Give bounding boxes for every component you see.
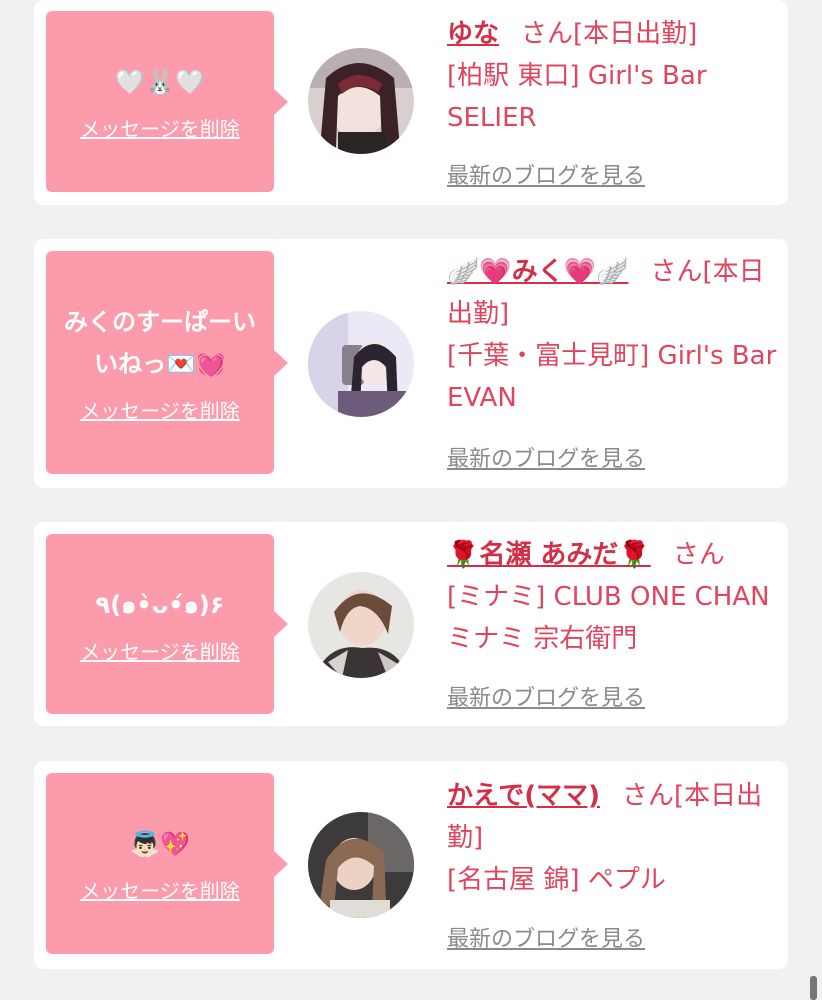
- cast-info: 🪽💗みく💗🪽 さん[本日出勤] [千葉・富士見町] Girl's Bar EVAN: [447, 251, 777, 419]
- message-list: 🤍🐰🤍 メッセージを削除 ゆな さん[本日出勤] [柏駅 東口] Girl's B…: [0, 0, 822, 1000]
- message-card: みくのすーぱーい いねっ💌💓 メッセージを削除 🪽💗みく💗🪽 さん[本日出勤] […: [34, 239, 788, 488]
- cast-name-link[interactable]: 🌹名瀬 あみだ🌹: [447, 540, 651, 570]
- shop-name: [名古屋 錦] ペプル: [447, 865, 666, 895]
- message-text: 👼🏻💖: [130, 830, 190, 858]
- latest-blog-link[interactable]: 最新のブログを見る: [447, 158, 645, 190]
- delete-message-link[interactable]: メッセージを削除: [80, 875, 240, 904]
- cast-status: さん: [672, 540, 725, 570]
- message-bubble: ٩(๑•̀ᴗ•́๑)۶ メッセージを削除: [46, 534, 288, 714]
- message-bubble: 🤍🐰🤍 メッセージを削除: [46, 11, 288, 192]
- cast-name-link[interactable]: かえで(ママ): [447, 781, 600, 811]
- latest-blog-link[interactable]: 最新のブログを見る: [447, 680, 645, 712]
- cast-name-link[interactable]: 🪽💗みく💗🪽: [447, 257, 629, 287]
- shop-name: [ミナミ] CLUB ONE CHAN ミナミ 宗右衛門: [447, 582, 770, 654]
- message-text: 🤍🐰🤍: [115, 68, 205, 96]
- message-bubble: 👼🏻💖 メッセージを削除: [46, 773, 288, 954]
- message-text: みくのすーぱーい いねっ💌💓: [64, 308, 256, 378]
- cast-info: ゆな さん[本日出勤] [柏駅 東口] Girl's Bar SELIER: [447, 13, 777, 139]
- cast-status: さん[本日出勤]: [521, 19, 698, 49]
- message-card: 🤍🐰🤍 メッセージを削除 ゆな さん[本日出勤] [柏駅 東口] Girl's B…: [34, 0, 788, 205]
- shop-name: [千葉・富士見町] Girl's Bar EVAN: [447, 341, 777, 413]
- delete-message-link[interactable]: メッセージを削除: [80, 395, 240, 424]
- scrollbar[interactable]: [810, 976, 817, 1000]
- avatar[interactable]: [308, 812, 414, 918]
- message-text: ٩(๑•̀ᴗ•́๑)۶: [95, 590, 225, 619]
- latest-blog-link[interactable]: 最新のブログを見る: [447, 441, 645, 473]
- latest-blog-link[interactable]: 最新のブログを見る: [447, 921, 645, 953]
- message-bubble: みくのすーぱーい いねっ💌💓 メッセージを削除: [46, 251, 288, 474]
- avatar[interactable]: [308, 572, 414, 678]
- delete-message-link[interactable]: メッセージを削除: [80, 113, 240, 142]
- shop-name: [柏駅 東口] Girl's Bar SELIER: [447, 61, 707, 133]
- cast-info: かえで(ママ) さん[本日出勤] [名古屋 錦] ペプル: [447, 775, 777, 901]
- message-card: ٩(๑•̀ᴗ•́๑)۶ メッセージを削除 🌹名瀬 あみだ🌹 さん [ミナミ] CL…: [34, 522, 788, 726]
- avatar[interactable]: [308, 48, 414, 154]
- delete-message-link[interactable]: メッセージを削除: [80, 636, 240, 665]
- avatar[interactable]: [308, 311, 414, 417]
- cast-info: 🌹名瀬 あみだ🌹 さん [ミナミ] CLUB ONE CHAN ミナミ 宗右衛門: [447, 534, 777, 660]
- message-card: 👼🏻💖 メッセージを削除 かえで(ママ) さん[本日出勤] [名古屋 錦] ペプル…: [34, 761, 788, 969]
- cast-name-link[interactable]: ゆな: [447, 19, 499, 49]
